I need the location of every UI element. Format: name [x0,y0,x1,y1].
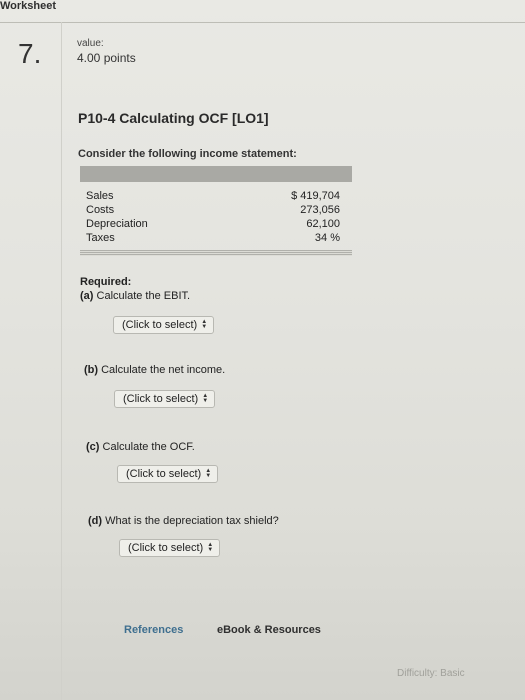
part-d-question: (d) What is the depreciation tax shield? [88,515,279,527]
row-label: Taxes [86,232,115,244]
part-letter: (c) [86,441,100,453]
row-value: 273,056 [300,204,340,216]
ebook-resources-link[interactable]: eBook & Resources [217,624,321,636]
row-label: Costs [86,204,115,216]
row-label: Sales [86,190,114,202]
table-row: Sales $ 419,704 [86,190,348,204]
problem-intro: Consider the following income statement: [78,148,297,160]
required-heading: Required: [80,276,132,288]
select-label: (Click to select) [123,393,199,405]
part-letter: (b) [84,364,99,376]
left-margin-line [61,22,62,700]
table-footer-bar [80,250,352,256]
up-down-arrows-icon: ▲ ▼ [202,393,209,405]
up-down-arrows-icon: ▲ ▼ [201,319,208,331]
part-b-question: (b) Calculate the net income. [84,364,225,376]
table-row: Taxes 34 % [86,232,348,246]
part-c-question: (c) Calculate the OCF. [86,441,195,453]
difficulty-label: Difficulty: Basic [397,668,465,679]
part-a-answer-select[interactable]: (Click to select) ▲ ▼ [113,316,215,334]
question-number: 7. [18,38,42,69]
row-value: 34 % [314,232,340,244]
table-row: Costs 273,056 [86,204,348,218]
row-value: $ 419,704 [291,190,340,202]
row-value: 62,100 [306,218,340,230]
part-d-answer-select[interactable]: (Click to select) ▲ ▼ [119,539,221,557]
part-text: Calculate the EBIT. [96,290,191,302]
value-label: value: [77,38,104,49]
row-label: Depreciation [86,218,148,230]
part-c-answer-select[interactable]: (Click to select) ▲ ▼ [117,465,219,483]
table-row: Depreciation 62,100 [86,218,348,232]
worksheet-link[interactable]: Worksheet [0,0,525,12]
part-text: Calculate the net income. [101,364,226,376]
part-b-answer-select[interactable]: (Click to select) ▲ ▼ [114,390,216,408]
select-label: (Click to select) [122,319,198,331]
references-link[interactable]: References [124,624,183,636]
up-down-arrows-icon: ▲ ▼ [207,542,214,554]
part-a-question: (a) Calculate the EBIT. [80,290,190,302]
part-letter: (d) [88,515,103,527]
table-header-bar [80,166,352,182]
top-divider [0,22,525,23]
problem-title: P10-4 Calculating OCF [LO1] [78,110,269,126]
income-statement-table: Sales $ 419,704 Costs 273,056 Depreciati… [80,166,352,259]
select-label: (Click to select) [128,542,204,554]
part-text: Calculate the OCF. [102,441,195,453]
part-text: What is the depreciation tax shield? [105,515,279,527]
part-letter: (a) [80,290,94,302]
up-down-arrows-icon: ▲ ▼ [205,468,212,480]
points-value: 4.00 points [77,51,136,65]
select-label: (Click to select) [126,468,202,480]
